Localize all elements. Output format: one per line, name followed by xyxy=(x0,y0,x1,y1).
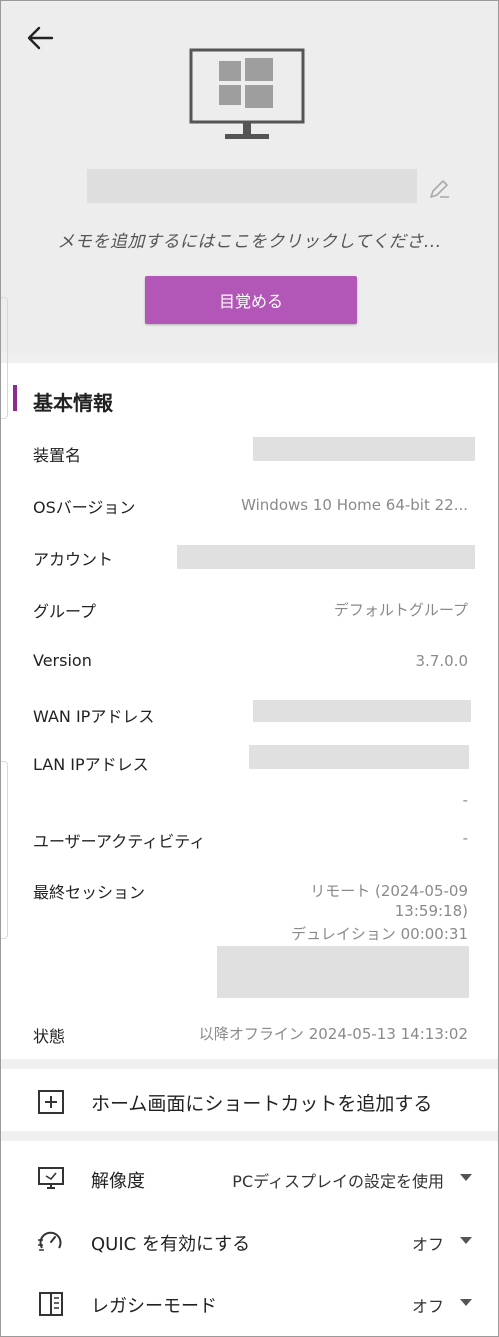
device-header: メモを追加するにはここをクリックしてくださ... 目覚める xyxy=(1,1,498,353)
device-name-redacted xyxy=(87,169,417,203)
chevron-down-icon xyxy=(460,1299,472,1306)
device-name-value-redacted xyxy=(253,437,475,461)
legacy-panel-icon xyxy=(39,1292,63,1316)
lan-ip-value-redacted xyxy=(249,745,469,769)
info-label-status: 状態 xyxy=(33,1027,66,1046)
session-detail-redacted xyxy=(217,946,469,998)
info-value-os-version: Windows 10 Home 64-bit 22... xyxy=(241,496,468,514)
last-session-line3: デュレイション 00:00:31 xyxy=(291,925,468,943)
setting-quic[interactable]: QUIC を有効にする オフ xyxy=(1,1214,498,1268)
info-value-user-activity: - xyxy=(462,829,468,847)
add-box-icon xyxy=(38,1090,64,1114)
account-value-redacted xyxy=(177,545,475,569)
info-label-group: グループ xyxy=(33,602,97,621)
info-label-version: Version xyxy=(33,651,92,670)
section-gap xyxy=(1,1059,498,1069)
setting-resolution[interactable]: 解像度 PCディスプレイの設定を使用 xyxy=(1,1151,498,1205)
side-scroll-marker xyxy=(1,761,8,939)
info-value-dash: - xyxy=(462,791,468,809)
section-gap xyxy=(1,353,498,363)
quic-label: QUIC を有効にする xyxy=(91,1234,251,1255)
info-label-os-version: OSバージョン xyxy=(33,498,136,517)
info-value-group: デフォルトグループ xyxy=(333,601,468,619)
info-label-account: アカウント xyxy=(33,550,114,569)
info-value-version: 3.7.0.0 xyxy=(415,652,468,670)
monitor-settings-icon xyxy=(38,1167,64,1189)
add-shortcut-button[interactable]: ホーム画面にショートカットを追加する xyxy=(1,1075,498,1129)
info-label-device-name: 装置名 xyxy=(33,446,82,465)
windows-pc-icon xyxy=(189,48,305,139)
info-label-wan-ip: WAN IPアドレス xyxy=(33,707,155,726)
last-session-line2: 13:59:18) xyxy=(394,902,468,920)
resolution-label: 解像度 xyxy=(91,1171,145,1192)
edit-pencil-icon[interactable] xyxy=(427,177,451,201)
chevron-down-icon xyxy=(460,1174,472,1181)
add-shortcut-label: ホーム画面にショートカットを追加する xyxy=(91,1093,433,1115)
section-gap xyxy=(1,1131,498,1141)
wake-button[interactable]: 目覚める xyxy=(145,276,357,324)
quic-value: オフ xyxy=(411,1235,444,1254)
resolution-value: PCディスプレイの設定を使用 xyxy=(232,1172,444,1191)
memo-placeholder[interactable]: メモを追加するにはここをクリックしてくださ... xyxy=(1,227,498,252)
info-label-lan-ip: LAN IPアドレス xyxy=(33,755,149,774)
legacy-mode-value: オフ xyxy=(411,1297,444,1316)
last-session-line1: リモート (2024-05-09 xyxy=(310,882,468,900)
device-detail-screen: メモを追加するにはここをクリックしてくださ... 目覚める 基本情報 装置名 O… xyxy=(0,0,499,1337)
info-label-user-activity: ユーザーアクティビティ xyxy=(33,832,206,851)
basic-info-title: 基本情報 xyxy=(33,391,113,415)
legacy-mode-label: レガシーモード xyxy=(91,1296,217,1317)
chevron-down-icon xyxy=(460,1237,472,1244)
wan-ip-value-redacted xyxy=(253,700,471,722)
setting-legacy-mode[interactable]: レガシーモード オフ xyxy=(1,1276,498,1330)
info-label-last-session: 最終セッション xyxy=(33,883,146,902)
speed-gauge-icon xyxy=(38,1231,62,1251)
side-scroll-marker xyxy=(1,297,8,419)
section-accent-bar xyxy=(13,385,17,411)
back-arrow-icon[interactable] xyxy=(25,25,55,51)
info-value-status: 以降オフライン 2024-05-13 14:13:02 xyxy=(198,1025,468,1043)
